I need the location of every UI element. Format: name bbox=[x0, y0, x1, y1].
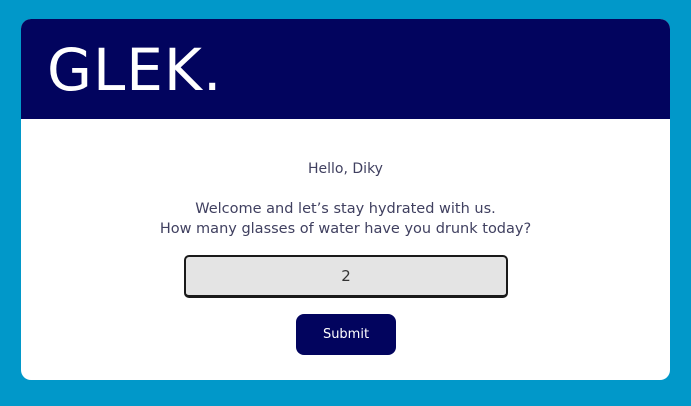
welcome-line-1: Welcome and let’s stay hydrated with us. bbox=[195, 201, 496, 217]
welcome-line-2: How many glasses of water have you drunk… bbox=[159, 221, 532, 237]
content-area: Hello, Diky Welcome and let’s stay hydra… bbox=[21, 119, 670, 380]
submit-button[interactable]: Submit bbox=[296, 314, 396, 355]
welcome-message: Welcome and let’s stay hydrated with us.… bbox=[21, 199, 670, 239]
main-card: GLEK. Hello, Diky Welcome and let’s stay… bbox=[21, 19, 670, 380]
header-bar: GLEK. bbox=[21, 19, 670, 119]
glasses-count-input[interactable] bbox=[184, 255, 508, 298]
app-logo: GLEK. bbox=[47, 36, 223, 104]
greeting-text: Hello, Diky bbox=[308, 161, 383, 177]
glasses-input-wrapper bbox=[184, 255, 508, 298]
